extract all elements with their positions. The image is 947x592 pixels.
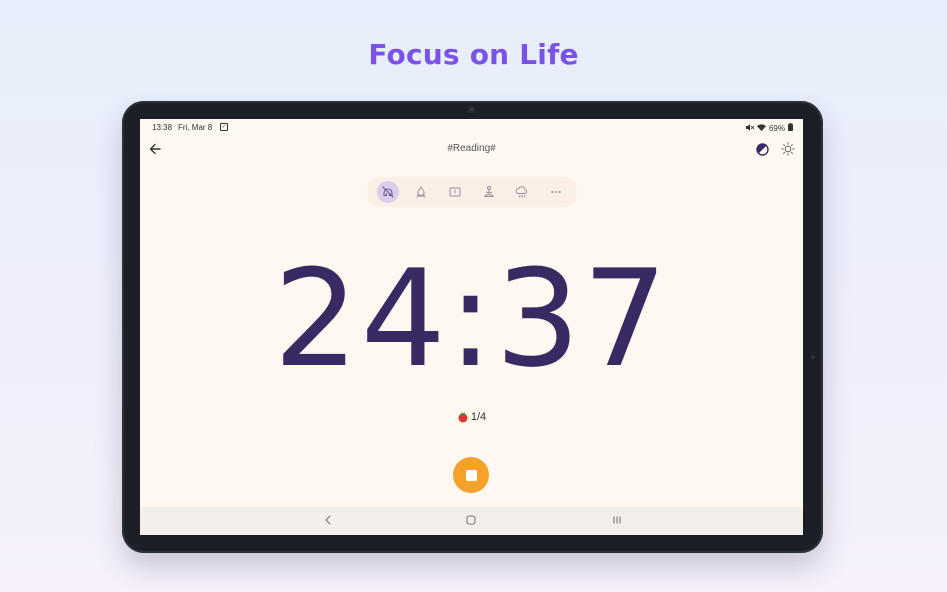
contrast-icon <box>755 142 769 156</box>
status-bar: 13:38 Fri, Mar 8 ✓ 69% <box>140 119 803 135</box>
sound-option-campfire[interactable] <box>410 181 432 203</box>
system-nav-bar <box>140 507 803 535</box>
app-bar: #Reading# <box>140 135 803 163</box>
rain-cloud-icon <box>516 186 528 198</box>
session-counter: 1/4 <box>140 411 803 423</box>
status-time: 13:38 <box>152 123 173 132</box>
sound-option-meditation[interactable] <box>478 181 500 203</box>
recents-icon <box>613 516 621 524</box>
no-sound-icon <box>382 186 394 198</box>
sun-icon <box>781 142 795 156</box>
more-icon <box>551 191 561 193</box>
tomato-icon <box>458 412 468 423</box>
brightness-button[interactable] <box>780 141 796 157</box>
countdown-timer: 24:37 <box>273 241 670 397</box>
stop-button[interactable] <box>453 457 489 493</box>
meditation-icon <box>483 186 494 197</box>
nav-recents-button[interactable] <box>609 512 625 528</box>
camera-icon <box>468 106 475 113</box>
sensor-dot <box>811 355 815 359</box>
focus-tag-title[interactable]: #Reading# <box>140 143 803 154</box>
notification-icon: ✓ <box>220 123 228 131</box>
status-icons: 69% <box>745 123 793 133</box>
nav-back-button[interactable] <box>320 512 336 528</box>
battery-icon <box>788 123 793 133</box>
mute-icon <box>745 123 755 133</box>
sound-option-none[interactable] <box>376 181 399 203</box>
dark-mode-button[interactable] <box>754 141 770 157</box>
tablet-frame: 13:38 Fri, Mar 8 ✓ 69% #Reading# 24:37 1… <box>122 101 823 553</box>
home-icon <box>466 515 476 525</box>
stop-icon <box>465 469 477 481</box>
sound-option-more[interactable] <box>545 181 567 203</box>
wifi-icon <box>756 123 766 133</box>
battery-level: 69% <box>768 123 785 133</box>
tablet-screen: 13:38 Fri, Mar 8 ✓ 69% #Reading# 24:37 1… <box>140 119 803 535</box>
book-icon <box>449 187 461 197</box>
nav-home-button[interactable] <box>463 512 479 528</box>
status-date: Fri, Mar 8 <box>178 123 213 132</box>
session-count: 1/4 <box>470 411 487 423</box>
chevron-left-icon <box>325 515 331 525</box>
campfire-icon <box>416 186 426 198</box>
sound-option-rain[interactable] <box>511 181 533 203</box>
headline: Focus on Life <box>368 38 579 71</box>
ambient-sound-selector <box>367 177 577 207</box>
sound-option-library[interactable] <box>444 181 466 203</box>
